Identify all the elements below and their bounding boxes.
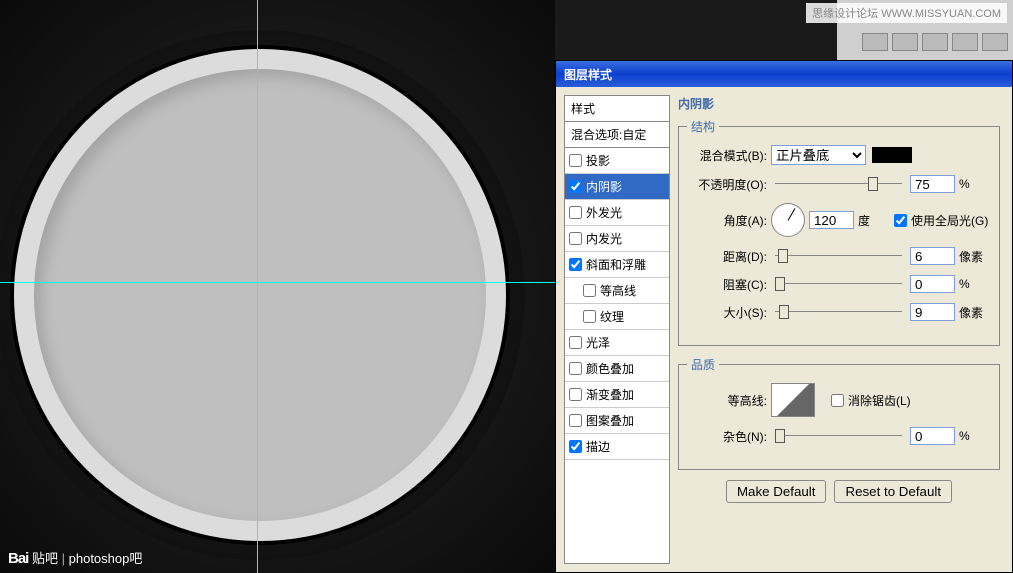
style-checkbox[interactable] bbox=[583, 284, 596, 297]
antialias-checkbox[interactable] bbox=[831, 394, 844, 407]
style-item-外发光[interactable]: 外发光 bbox=[565, 200, 669, 226]
style-label: 投影 bbox=[586, 152, 610, 169]
style-label: 渐变叠加 bbox=[586, 386, 634, 403]
choke-label: 阻塞(C): bbox=[687, 276, 767, 293]
photoshop-canvas bbox=[0, 0, 555, 573]
styles-header: 样式 bbox=[565, 96, 669, 122]
global-light-checkbox[interactable] bbox=[894, 214, 907, 227]
quality-legend: 品质 bbox=[687, 356, 719, 373]
px-unit: 像素 bbox=[959, 248, 991, 265]
angle-label: 角度(A): bbox=[687, 212, 767, 229]
panel-icon[interactable] bbox=[862, 33, 888, 51]
panel-icon[interactable] bbox=[922, 33, 948, 51]
panel-icon[interactable] bbox=[952, 33, 978, 51]
style-item-斜面和浮雕[interactable]: 斜面和浮雕 bbox=[565, 252, 669, 278]
style-label: 等高线 bbox=[600, 282, 636, 299]
structure-group: 结构 混合模式(B): 正片叠底 不透明度(O): % 角度(A): 度 bbox=[678, 118, 1000, 346]
guide-vertical bbox=[257, 0, 258, 573]
blend-mode-select[interactable]: 正片叠底 bbox=[771, 145, 866, 165]
style-item-投影[interactable]: 投影 bbox=[565, 148, 669, 174]
size-slider[interactable] bbox=[775, 303, 902, 321]
distance-slider[interactable] bbox=[775, 247, 902, 265]
make-default-button[interactable]: Make Default bbox=[726, 480, 827, 503]
opacity-slider[interactable] bbox=[775, 175, 902, 193]
shadow-color-swatch[interactable] bbox=[872, 147, 912, 163]
panel-icon[interactable] bbox=[892, 33, 918, 51]
styles-list: 样式 混合选项:自定 投影内阴影外发光内发光斜面和浮雕等高线纹理光泽颜色叠加渐变… bbox=[564, 95, 670, 564]
dialog-title: 图层样式 bbox=[564, 66, 612, 83]
brand-user: photoshop吧 bbox=[69, 551, 143, 566]
reset-default-button[interactable]: Reset to Default bbox=[834, 480, 952, 503]
contour-picker[interactable] bbox=[771, 383, 815, 417]
style-item-等高线[interactable]: 等高线 bbox=[565, 278, 669, 304]
style-item-渐变叠加[interactable]: 渐变叠加 bbox=[565, 382, 669, 408]
style-item-内阴影[interactable]: 内阴影 bbox=[565, 174, 669, 200]
antialias-label: 消除锯齿(L) bbox=[848, 392, 911, 409]
layer-style-dialog: 图层样式 样式 混合选项:自定 投影内阴影外发光内发光斜面和浮雕等高线纹理光泽颜… bbox=[555, 60, 1013, 573]
percent-unit: % bbox=[959, 429, 991, 443]
choke-slider[interactable] bbox=[775, 275, 902, 293]
style-checkbox[interactable] bbox=[569, 258, 582, 271]
contour-label: 等高线: bbox=[687, 392, 767, 409]
degree-unit: 度 bbox=[858, 212, 890, 229]
style-label: 外发光 bbox=[586, 204, 622, 221]
global-light-label: 使用全局光(G) bbox=[911, 212, 988, 229]
style-label: 内发光 bbox=[586, 230, 622, 247]
percent-unit: % bbox=[959, 177, 991, 191]
style-checkbox[interactable] bbox=[569, 362, 582, 375]
style-label: 光泽 bbox=[586, 334, 610, 351]
style-checkbox[interactable] bbox=[569, 414, 582, 427]
style-checkbox[interactable] bbox=[569, 440, 582, 453]
panel-icon[interactable] bbox=[982, 33, 1008, 51]
style-item-颜色叠加[interactable]: 颜色叠加 bbox=[565, 356, 669, 382]
effect-settings: 内阴影 结构 混合模式(B): 正片叠底 不透明度(O): % 角度(A): bbox=[678, 95, 1004, 564]
style-checkbox[interactable] bbox=[569, 336, 582, 349]
style-label: 斜面和浮雕 bbox=[586, 256, 646, 273]
style-label: 纹理 bbox=[600, 308, 624, 325]
style-checkbox[interactable] bbox=[583, 310, 596, 323]
percent-unit: % bbox=[959, 277, 991, 291]
style-label: 内阴影 bbox=[586, 178, 622, 195]
style-checkbox[interactable] bbox=[569, 154, 582, 167]
watermark-top: 思缘设计论坛 WWW.MISSYUAN.COM bbox=[806, 3, 1007, 23]
brand-logo: Bai bbox=[8, 550, 28, 567]
choke-input[interactable] bbox=[910, 275, 955, 293]
size-label: 大小(S): bbox=[687, 304, 767, 321]
style-item-描边[interactable]: 描边 bbox=[565, 434, 669, 460]
style-label: 图案叠加 bbox=[586, 412, 634, 429]
angle-dial[interactable] bbox=[771, 203, 805, 237]
blend-options-row[interactable]: 混合选项:自定 bbox=[565, 122, 669, 148]
brand-product: 贴吧 bbox=[32, 551, 58, 566]
px-unit: 像素 bbox=[959, 304, 991, 321]
panel-icon-row bbox=[862, 33, 1008, 51]
panel-title: 内阴影 bbox=[678, 95, 1000, 118]
style-label: 描边 bbox=[586, 438, 610, 455]
distance-label: 距离(D): bbox=[687, 248, 767, 265]
style-item-内发光[interactable]: 内发光 bbox=[565, 226, 669, 252]
style-checkbox[interactable] bbox=[569, 180, 582, 193]
style-item-图案叠加[interactable]: 图案叠加 bbox=[565, 408, 669, 434]
style-checkbox[interactable] bbox=[569, 232, 582, 245]
style-item-光泽[interactable]: 光泽 bbox=[565, 330, 669, 356]
style-label: 颜色叠加 bbox=[586, 360, 634, 377]
artwork-ring-inner bbox=[34, 69, 486, 521]
structure-legend: 结构 bbox=[687, 118, 719, 135]
quality-group: 品质 等高线: 消除锯齿(L) 杂色(N): % bbox=[678, 356, 1000, 470]
noise-input[interactable] bbox=[910, 427, 955, 445]
noise-slider[interactable] bbox=[775, 427, 902, 445]
style-checkbox[interactable] bbox=[569, 206, 582, 219]
opacity-label: 不透明度(O): bbox=[687, 176, 767, 193]
angle-input[interactable] bbox=[809, 211, 854, 229]
watermark-bottom: Bai 贴吧 | photoshop吧 bbox=[8, 548, 142, 567]
style-item-纹理[interactable]: 纹理 bbox=[565, 304, 669, 330]
distance-input[interactable] bbox=[910, 247, 955, 265]
dialog-titlebar[interactable]: 图层样式 bbox=[556, 61, 1012, 87]
size-input[interactable] bbox=[910, 303, 955, 321]
blend-mode-label: 混合模式(B): bbox=[687, 147, 767, 164]
noise-label: 杂色(N): bbox=[687, 428, 767, 445]
style-checkbox[interactable] bbox=[569, 388, 582, 401]
opacity-input[interactable] bbox=[910, 175, 955, 193]
guide-horizontal bbox=[0, 282, 555, 283]
